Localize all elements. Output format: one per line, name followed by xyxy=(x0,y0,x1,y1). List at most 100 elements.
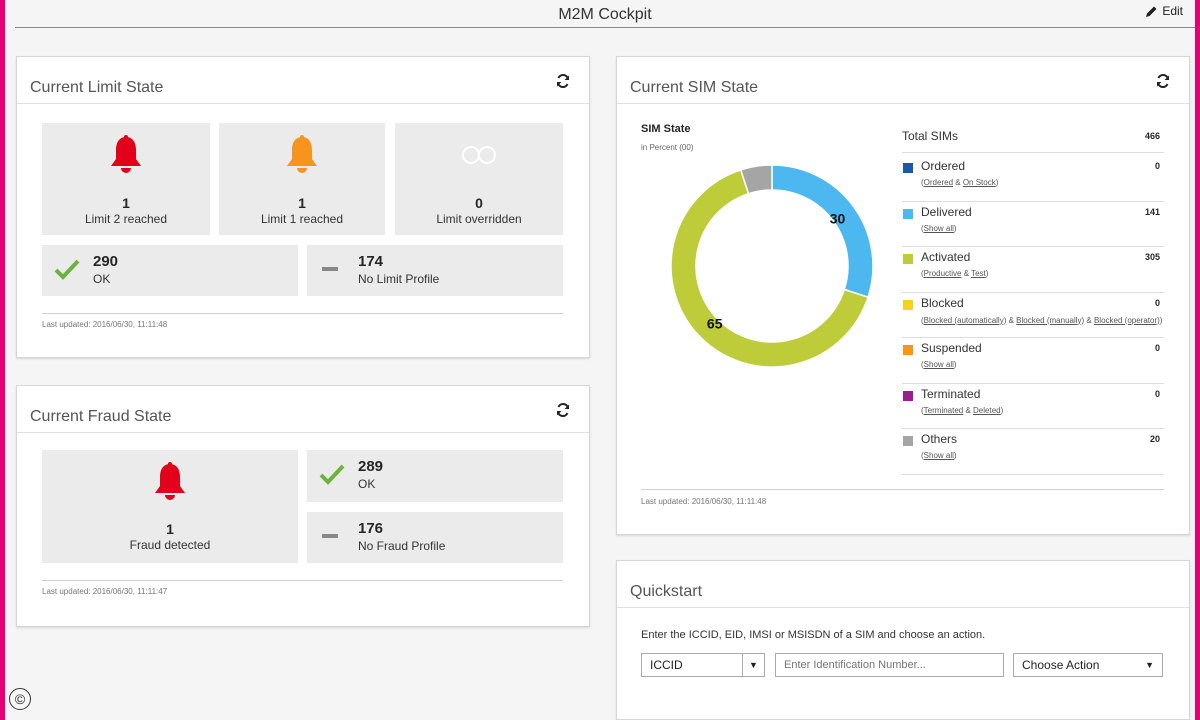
refresh-icon[interactable] xyxy=(1155,73,1171,89)
limit-state-header: Current Limit State xyxy=(17,57,589,104)
no-limit-profile-value: 174 xyxy=(358,253,384,270)
app: M2M Cockpit Edit Current Limit State 1 L… xyxy=(5,0,1195,720)
edit-label: Edit xyxy=(1162,4,1183,18)
legend-item-activated: Activated 305 (Productive & Test) xyxy=(902,247,1164,293)
quickstart-instruction: Enter the ICCID, EID, IMSI or MSISDN of … xyxy=(641,629,986,641)
sim-state-header: Current SIM State xyxy=(617,57,1189,104)
limit1-label: Limit 1 reached xyxy=(260,212,344,226)
legend-value: 0 xyxy=(1154,388,1160,399)
legend-swatch xyxy=(903,390,913,401)
limit-ok-label: OK xyxy=(93,272,111,286)
divider xyxy=(42,580,563,581)
app-title: M2M Cockpit xyxy=(558,6,652,23)
legend-link[interactable]: Show all xyxy=(924,451,954,460)
id-type-select[interactable]: ICCID ▼ xyxy=(641,653,765,677)
legend-label: Activated xyxy=(921,250,971,264)
legend-link[interactable]: On Stock xyxy=(963,178,996,187)
no-fraud-profile-tile[interactable]: 176 No Fraud Profile xyxy=(307,512,563,563)
legend-label: Delivered xyxy=(921,204,972,219)
fraud-detected-tile[interactable]: 1 Fraud detected xyxy=(42,450,298,563)
fraud-ok-value: 289 xyxy=(358,458,384,475)
chevron-down-icon: ▼ xyxy=(742,654,764,676)
legend-label: Blocked xyxy=(921,295,964,310)
copyright-icon[interactable]: © xyxy=(9,688,31,710)
sim-state-donut-chart: 30 65 xyxy=(670,164,874,368)
identification-number-input[interactable] xyxy=(775,653,1004,677)
legend-links: (Show all) xyxy=(921,360,957,369)
legend-link[interactable]: Blocked (operator) xyxy=(1094,316,1160,325)
legend-swatch xyxy=(903,163,913,173)
legend-label: Others xyxy=(921,432,958,446)
total-sims-row: Total SIMs 466 xyxy=(902,129,1164,153)
fraud-state-header: Current Fraud State xyxy=(17,386,589,433)
no-fraud-profile-value: 176 xyxy=(358,520,384,537)
bell-icon xyxy=(287,135,317,173)
legend-link[interactable]: Show all xyxy=(924,360,954,369)
legend-link[interactable]: Productive xyxy=(924,269,962,278)
legend-links: (Blocked (automatically) & Blocked (manu… xyxy=(921,315,1163,325)
legend-value: 305 xyxy=(1144,252,1160,262)
quickstart-card: Quickstart Enter the ICCID, EID, IMSI or… xyxy=(616,560,1190,720)
no-fraud-profile-label: No Fraud Profile xyxy=(358,539,446,553)
fraud-ok-tile[interactable]: 289 OK xyxy=(307,450,563,502)
legend-item-terminated: Terminated 0 (Terminated & Deleted) xyxy=(902,384,1164,429)
legend-item-delivered: Delivered 141 (Show all) xyxy=(902,202,1164,247)
limit2-value: 1 xyxy=(122,195,130,211)
donut-data-label: 65 xyxy=(707,315,723,331)
limit-overridden-value: 0 xyxy=(475,195,483,211)
legend-item-suspended: Suspended 0 (Show all) xyxy=(902,338,1164,384)
legend-link[interactable]: Deleted xyxy=(973,406,1001,415)
total-sims-value: 466 xyxy=(1144,131,1160,141)
pencil-icon xyxy=(1146,6,1157,17)
chevron-down-icon: ▼ xyxy=(1145,660,1154,670)
chart-title: SIM State xyxy=(641,123,691,135)
legend-links: (Show all) xyxy=(921,223,957,233)
legend-link[interactable]: Terminated xyxy=(924,406,964,415)
bell-icon xyxy=(155,462,185,500)
sim-state-card: Current SIM State SIM State in Percent (… xyxy=(616,56,1190,535)
legend-link[interactable]: Test xyxy=(971,269,986,278)
legend-links: (Show all) xyxy=(921,451,957,460)
no-limit-profile-label: No Limit Profile xyxy=(358,272,440,286)
chart-subtitle: in Percent (00) xyxy=(641,143,694,152)
choose-action-value: Choose Action xyxy=(1022,658,1100,672)
limit-ok-value: 290 xyxy=(93,253,119,270)
refresh-icon[interactable] xyxy=(555,402,571,418)
choose-action-select[interactable]: Choose Action ▼ xyxy=(1013,653,1163,677)
legend-link[interactable]: Blocked (manually) xyxy=(1016,316,1084,325)
top-bar: M2M Cockpit Edit xyxy=(15,0,1195,28)
legend-links: (Ordered & On Stock) xyxy=(921,178,999,187)
legend-link[interactable]: Ordered xyxy=(924,178,953,187)
total-sims-label: Total SIMs xyxy=(902,129,959,143)
infinity-icon xyxy=(462,146,496,164)
last-updated: Last updated: 2016/06/30, 11:11:48 xyxy=(641,497,767,506)
checkmark-icon xyxy=(319,464,345,485)
divider xyxy=(42,313,563,314)
edit-button[interactable]: Edit xyxy=(1145,4,1183,18)
limit1-tile[interactable]: 1 Limit 1 reached xyxy=(219,123,385,235)
limit-overridden-tile[interactable]: 0 Limit overridden xyxy=(395,123,563,235)
limit2-tile[interactable]: 1 Limit 2 reached xyxy=(42,123,210,235)
legend-link[interactable]: Show all xyxy=(924,224,954,233)
no-limit-profile-tile[interactable]: 174 No Limit Profile xyxy=(307,245,563,296)
donut-slice-delivered[interactable] xyxy=(771,164,874,299)
legend-item-ordered: Ordered 0 (Ordered & On Stock) xyxy=(902,156,1164,202)
limit-ok-tile[interactable]: 290 OK xyxy=(42,245,298,296)
checkmark-icon xyxy=(54,259,80,280)
legend-value: 141 xyxy=(1144,206,1160,217)
minus-icon xyxy=(322,267,338,271)
refresh-icon[interactable] xyxy=(555,73,571,89)
last-updated: Last updated: 2016/06/30, 11:11:48 xyxy=(42,320,168,329)
legend-value: 0 xyxy=(1154,161,1160,171)
fraud-detected-value: 1 xyxy=(166,521,174,537)
limit1-value: 1 xyxy=(298,195,306,211)
legend-label: Suspended xyxy=(921,341,982,355)
bell-icon xyxy=(111,135,141,173)
legend-value: 0 xyxy=(1154,297,1160,308)
legend-label: Ordered xyxy=(921,159,966,173)
last-updated: Last updated: 2016/06/30, 11:11:47 xyxy=(42,587,168,596)
legend-link[interactable]: Blocked (automatically) xyxy=(924,316,1007,325)
quickstart-title: Quickstart xyxy=(630,583,703,600)
divider xyxy=(641,489,1164,490)
donut-data-label: 30 xyxy=(830,210,846,226)
